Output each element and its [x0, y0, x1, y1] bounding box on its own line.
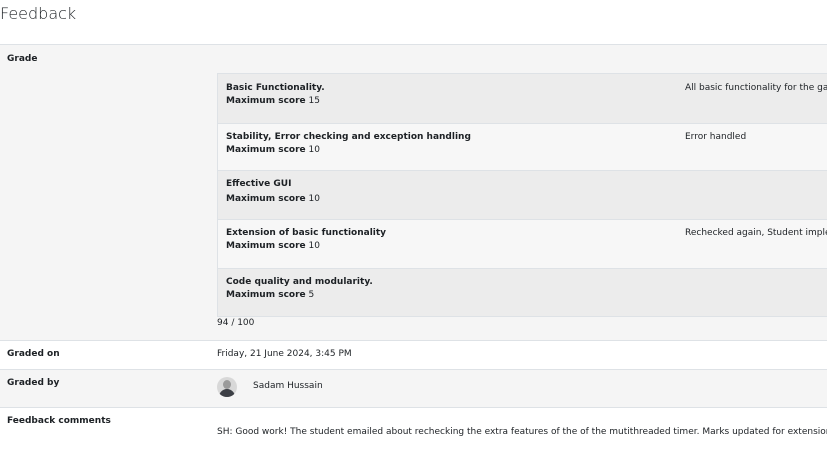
max-score-label: Maximum score [226, 290, 306, 300]
criterion-name: Stability, Error checking and exception … [226, 132, 471, 142]
max-score-label: Maximum score [226, 194, 306, 204]
max-score-value: 10 [308, 241, 320, 251]
graded-by-row: Graded by [0, 369, 827, 407]
criterion-row: Stability, Error checking and exception … [218, 124, 827, 171]
max-score-value: 15 [308, 96, 320, 106]
max-score-value: 5 [308, 290, 315, 300]
max-score-label: Maximum score [226, 241, 306, 251]
criterion-remark: Rechecked again, Student implemen [685, 228, 827, 238]
feedback-comments-row: Feedback comments SH: Good work! The stu… [0, 407, 827, 456]
criterion-name: Code quality and modularity. [226, 277, 373, 287]
max-score-label: Maximum score [226, 145, 306, 155]
graded-by-label: Graded by [7, 378, 60, 388]
criterion-max: Maximum score 15 [226, 96, 320, 106]
feedback-comments-label: Feedback comments [7, 416, 111, 426]
avatar-body [219, 389, 235, 397]
avatar-face [223, 380, 231, 389]
criterion-row: Effective GUI Maximum score 10 [218, 171, 827, 220]
avatar [217, 377, 237, 397]
criterion-max: Maximum score 10 [226, 194, 320, 204]
graded-on-value: Friday, 21 June 2024, 3:45 PM [217, 349, 352, 359]
grade-label: Grade [7, 54, 38, 64]
criterion-name: Effective GUI [226, 179, 292, 189]
max-score-label: Maximum score [226, 96, 306, 106]
max-score-value: 10 [308, 194, 320, 204]
criterion-max: Maximum score 10 [226, 241, 320, 251]
criterion-max: Maximum score 10 [226, 145, 320, 155]
page-title: Feedback [0, 4, 77, 23]
grader-name: Sadam Hussain [253, 381, 323, 391]
criterion-row: Code quality and modularity. Maximum sco… [218, 269, 827, 316]
criterion-name: Basic Functionality. [226, 83, 325, 93]
criterion-row: Extension of basic functionality Maximum… [218, 220, 827, 269]
rubric-table: Basic Functionality. Maximum score 15 Al… [217, 73, 827, 317]
feedback-comments-text: SH: Good work! The student emailed about… [217, 427, 827, 437]
graded-on-row: Graded on Friday, 21 June 2024, 3:45 PM [0, 340, 827, 369]
grade-total: 94 / 100 [217, 318, 255, 328]
criterion-name: Extension of basic functionality [226, 228, 387, 238]
criterion-remark: Error handled [685, 132, 747, 142]
criterion-row: Basic Functionality. Maximum score 15 Al… [218, 74, 827, 124]
criterion-remark: All basic functionality for the game [685, 83, 827, 93]
criterion-max: Maximum score 5 [226, 290, 314, 300]
graded-on-label: Graded on [7, 349, 60, 359]
max-score-value: 10 [308, 145, 320, 155]
